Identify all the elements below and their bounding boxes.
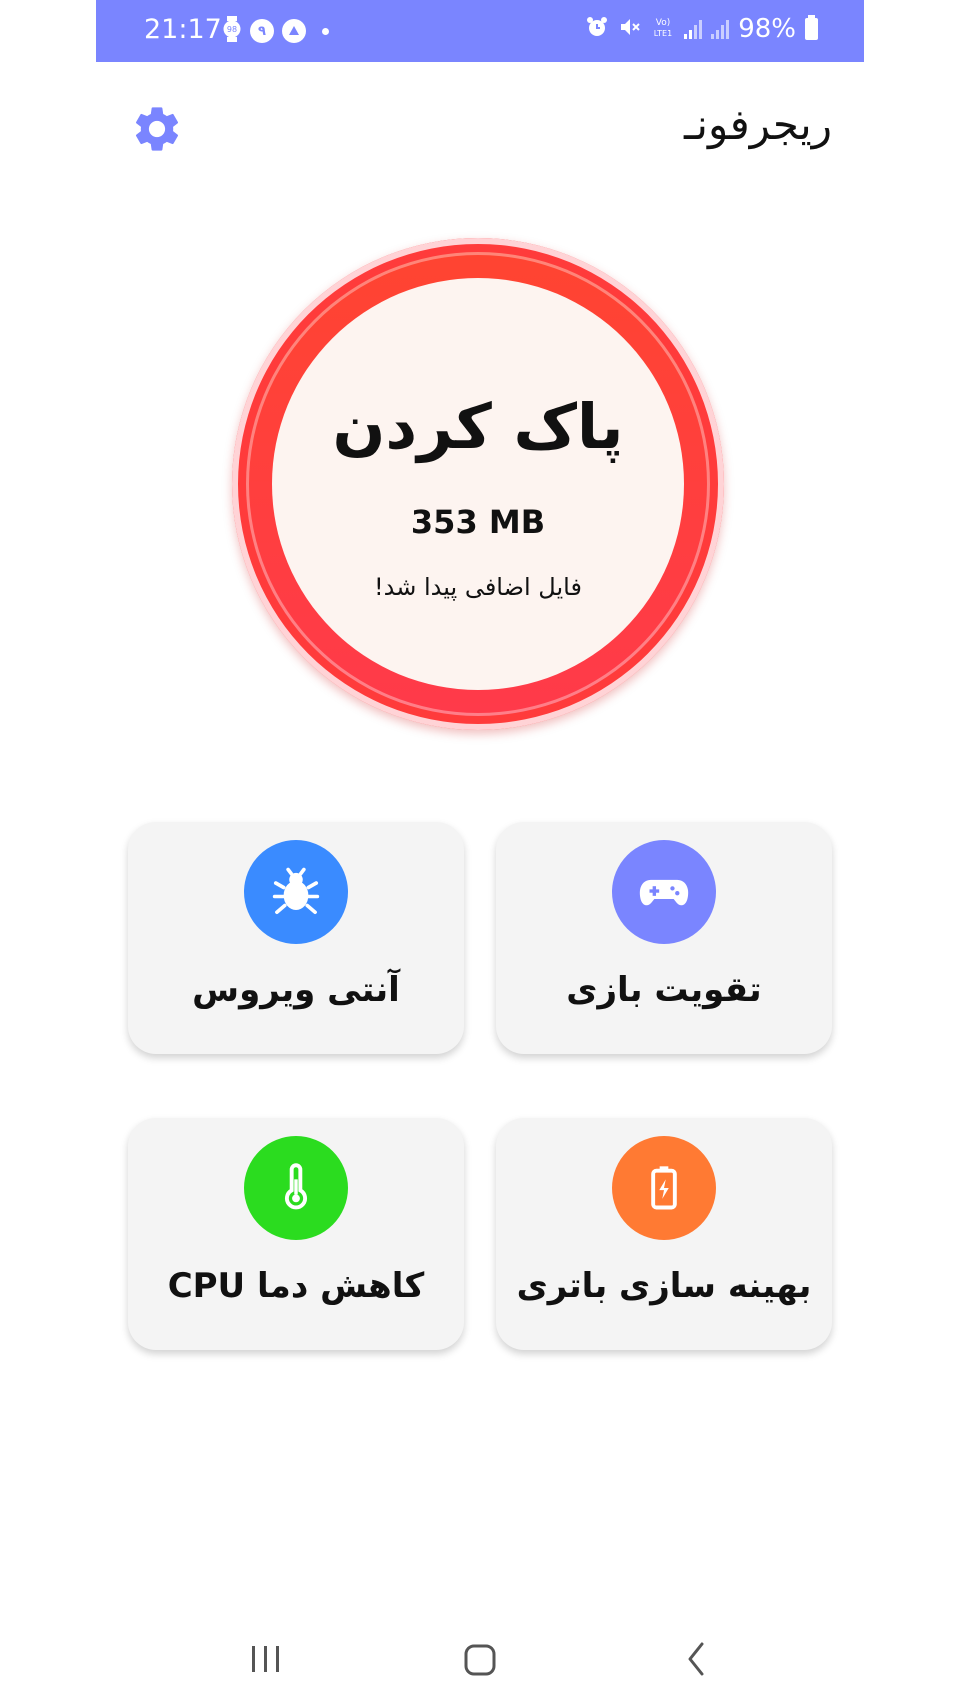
junk-size: 353 MB (410, 503, 546, 541)
clean-button[interactable]: پاک کردن 353 MB فایل اضافی پیدا شد! (232, 238, 724, 730)
dot-icon (322, 27, 329, 35)
clean-title: پاک کردن (332, 390, 624, 463)
app-title: ریجرفونـ (683, 100, 832, 149)
game-boost-card[interactable]: تقویت بازی (496, 822, 832, 1054)
signal-icon (684, 19, 703, 39)
antivirus-label: آنتی ویروس (192, 970, 400, 1010)
home-button[interactable] (462, 1642, 498, 1682)
settings-button[interactable] (130, 102, 184, 156)
back-button[interactable] (682, 1640, 712, 1682)
battery-icon (805, 15, 818, 40)
battery-icon-circle (612, 1136, 716, 1240)
cpu-cooler-label: کاهش دما CPU (167, 1266, 425, 1306)
gamepad-icon (639, 879, 689, 906)
junk-found-text: فایل اضافی پیدا شد! (374, 573, 582, 601)
clean-ring: پاک کردن 353 MB فایل اضافی پیدا شد! (246, 252, 710, 716)
mute-icon (618, 15, 642, 43)
cpu-icon-circle (244, 1136, 348, 1240)
status-icons-right: Vo) LTE1 98% (585, 14, 818, 44)
signal-icon (711, 19, 730, 39)
bug-icon (272, 867, 320, 915)
navigation-bar (96, 1618, 864, 1700)
battery-percent: 98% (738, 14, 796, 44)
clean-inner: پاک کردن 353 MB فایل اضافی پیدا شد! (272, 278, 684, 690)
watch-icon: 98 (222, 16, 242, 46)
cpu-cooler-card[interactable]: کاهش دما CPU (128, 1118, 464, 1350)
notification-icon: ۹ (250, 19, 274, 43)
app-screen: 21:17 98 ۹ Vo) LTE1 98% ریجرفونـ پاک کرد… (96, 0, 864, 1707)
svg-text:98: 98 (227, 25, 237, 34)
alarm-icon (585, 15, 609, 43)
status-time: 21:17 (144, 14, 222, 45)
status-bar: 21:17 98 ۹ Vo) LTE1 98% (96, 0, 864, 62)
recent-apps-button[interactable] (248, 1642, 284, 1680)
svg-text:LTE1: LTE1 (654, 29, 672, 38)
home-icon (464, 1644, 496, 1676)
gear-icon (135, 107, 179, 151)
recent-apps-icon (252, 1646, 279, 1672)
vpn-icon (282, 19, 306, 43)
svg-text:Vo): Vo) (656, 18, 670, 28)
battery-saver-card[interactable]: بهینه سازی باتری (496, 1118, 832, 1350)
status-icons-left: 98 ۹ (222, 16, 329, 46)
volte-icon: Vo) LTE1 (651, 15, 675, 43)
battery-charge-icon (651, 1166, 677, 1210)
antivirus-card[interactable]: آنتی ویروس (128, 822, 464, 1054)
antivirus-icon-circle (244, 840, 348, 944)
back-icon (688, 1642, 704, 1676)
game-boost-label: تقویت بازی (566, 970, 762, 1010)
thermometer-icon (284, 1163, 308, 1210)
battery-saver-label: بهینه سازی باتری (516, 1266, 812, 1306)
game-icon-circle (612, 840, 716, 944)
